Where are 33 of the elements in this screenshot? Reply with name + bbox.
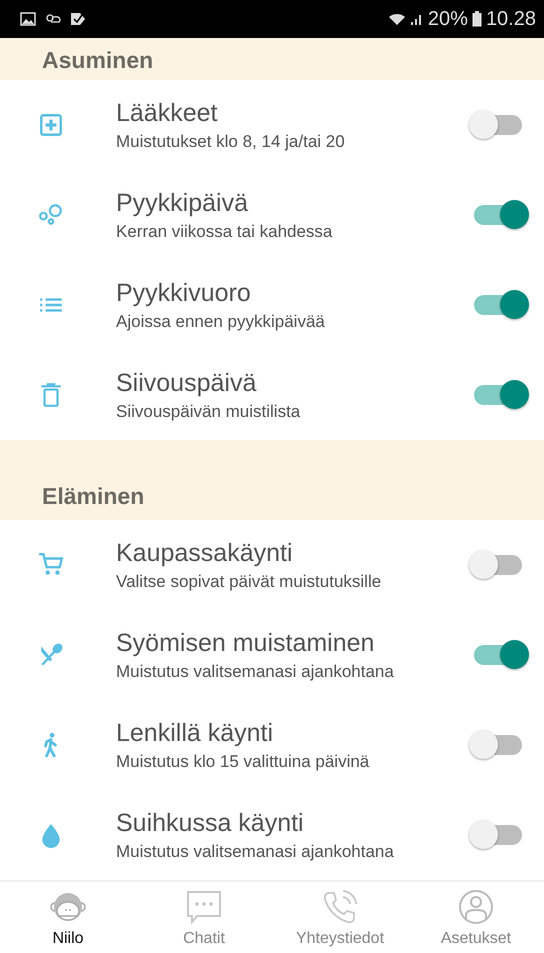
cart-icon [38, 552, 64, 578]
setting-title: Siivouspäivä [116, 368, 258, 398]
setting-description: Kerran viikossa tai kahdessa [116, 222, 334, 242]
setting-title: Suihkussa käynti [116, 808, 305, 838]
signal-icon [410, 12, 424, 26]
setting-description: Muistutus valitsemanasi ajankohtana [116, 662, 395, 682]
setting-description: Muistutukset klo 8, 14 ja/tai 20 [116, 132, 346, 152]
section-title: Asuminen [42, 47, 154, 74]
image-icon [20, 12, 36, 26]
clock-time: 10.28 [486, 8, 536, 30]
setting-description: Valitse sopivat päivät muistutuksille [116, 572, 382, 592]
setting-description: Muistutus valitsemanasi ajankohtana [116, 842, 395, 862]
setting-title: Pyykkipäivä [116, 188, 249, 218]
nav-tab[interactable]: Yhteystiedot [280, 888, 400, 948]
medical-plus-icon [38, 112, 64, 138]
setting-title: Syömisen muistaminen [116, 628, 376, 658]
wifi-icon [388, 12, 406, 26]
setting-description: Muistutus klo 15 valittuina päivinä [116, 752, 370, 772]
section-title: Eläminen [42, 483, 144, 510]
person-icon [457, 888, 495, 926]
battery-percent: 20% [428, 8, 468, 30]
setting-title: Lääkkeet [116, 98, 218, 128]
setting-description: Siivouspäivän muistilista [116, 402, 302, 422]
nav-tab[interactable]: Asetukset [416, 888, 536, 948]
nav-tab[interactable]: Niilo [8, 888, 128, 948]
check-flag-icon [70, 12, 86, 26]
phone-icon [321, 888, 359, 926]
setting-description: Ajoissa ennen pyykkipäivää [116, 312, 326, 332]
setting-title: Lenkillä käynti [116, 718, 274, 748]
nav-tab[interactable]: Chatit [144, 888, 264, 948]
setting-title: Pyykkivuoro [116, 278, 252, 308]
battery-icon [472, 11, 482, 27]
setting-title: Kaupassakäynti [116, 538, 294, 568]
